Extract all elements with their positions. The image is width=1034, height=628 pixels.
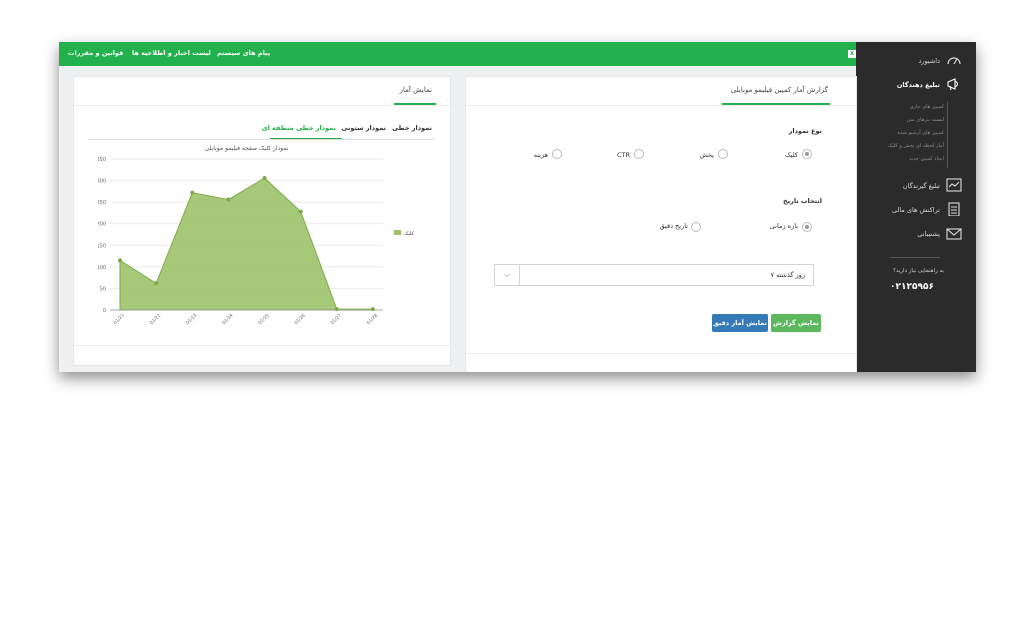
data-point [298, 209, 303, 214]
nav-system-messages[interactable]: پیام های سیستم [217, 49, 270, 57]
radio-date-range[interactable] [802, 222, 812, 232]
x-tick-label: 01/22 [149, 312, 163, 326]
radio-label-play: پخش [699, 151, 714, 159]
sidebar-subitem-text-banners[interactable]: لیست بنرهای متن [907, 117, 944, 123]
show-detail-button[interactable]: نمایش آمار دقیق [712, 314, 768, 332]
report-panel-title: گزارش آمار کمپین فیلیمو موبایلی [730, 86, 828, 94]
legend-swatch [394, 230, 401, 235]
data-point [118, 258, 122, 263]
legend-label: کلیک [404, 231, 415, 237]
stats-panel-title: نمایش آمار [399, 86, 432, 94]
divider [74, 345, 450, 346]
x-tick-label: 01/21 [113, 312, 127, 326]
show-report-button[interactable]: نمایش گزارش [771, 314, 821, 332]
divider [466, 105, 856, 106]
top-bar: پیام های سیستم لیست اخبار و اطلاعیه ها ق… [59, 42, 856, 66]
tab-area-chart[interactable]: نمودار خطی منطقه ای [262, 124, 336, 132]
radio-ctr[interactable] [634, 149, 644, 159]
app-window: پیام های سیستم لیست اخبار و اطلاعیه ها ق… [59, 42, 976, 372]
radio-click[interactable] [802, 149, 812, 159]
sidebar-divider [890, 257, 940, 258]
y-tick-label: 150 [98, 243, 106, 249]
clipboard-icon [948, 202, 960, 216]
sidebar-subitem-live-stats[interactable]: آمار لحظه ای پخش و کلیک [888, 143, 944, 149]
divider [466, 353, 856, 354]
x-tick-label: 01/27 [329, 312, 343, 326]
sidebar-item-label: داشبورد [918, 57, 941, 65]
y-tick-label: 200 [98, 222, 106, 228]
y-tick-label: 300 [98, 179, 106, 185]
sidebar-item-label: تبلیغ گیرندگان [902, 182, 940, 190]
date-label: انتخاب تاریخ [783, 197, 822, 205]
radio-label-ctr: CTR [616, 151, 630, 159]
y-tick-label: 50 [100, 286, 106, 292]
support-phone: ۰۲۱۲۵۹۵۶ [890, 282, 934, 292]
radio-label-click: کلیک [784, 151, 798, 159]
y-tick-label: 0 [103, 308, 106, 314]
sidebar-subitem-current-campaigns[interactable]: کمپین های جاری [910, 104, 944, 110]
x-tick-label: 01/26 [293, 312, 307, 326]
y-tick-label: 250 [98, 200, 106, 206]
megaphone-icon [947, 78, 959, 91]
chart-title: نمودار کلیک صفحه فیلیمو موبایلی [205, 145, 289, 152]
report-panel: گزارش آمار کمپین فیلیمو موبایلی نوع نمود… [465, 76, 857, 372]
area-chart: نمودار کلیک صفحه فیلیمو موبایلی کلیک 0 50 10… [98, 145, 415, 326]
radio-cost[interactable] [552, 149, 562, 159]
data-point [334, 307, 339, 312]
tab-line-chart[interactable]: نمودار خطی [392, 124, 432, 132]
envelope-icon [946, 228, 962, 240]
radio-exact-date[interactable] [691, 222, 701, 232]
x-tick-label: 01/23 [185, 312, 199, 326]
nav-rules[interactable]: قوانین و مقررات [68, 49, 123, 57]
data-point [262, 175, 267, 180]
stats-panel: نمایش آمار نمودار خطی نمودار ستونی نمودا… [73, 76, 451, 366]
data-point [226, 197, 231, 202]
sidebar-item-label: پشتیبانی [917, 230, 940, 238]
series-area [119, 177, 374, 311]
speedometer-icon [947, 57, 961, 65]
submenu-line [947, 102, 948, 168]
sidebar-subitem-new-campaign[interactable]: ایجاد کمپین جدید [909, 156, 944, 162]
chevron-down-icon: ⌵ [495, 265, 520, 285]
x-tick-label: 01/24 [221, 312, 235, 326]
x-tick-label: 01/28 [366, 312, 380, 326]
radio-label-cost: هزینه [533, 151, 548, 159]
x-tick-label: 01/25 [257, 312, 271, 326]
radio-label-exact-date: تاریخ دقیق [659, 222, 688, 230]
data-point [371, 307, 375, 312]
nav-news-list[interactable]: لیست اخبار و اطلاعیه ها [132, 49, 211, 57]
data-point [190, 190, 195, 195]
radio-play[interactable] [718, 149, 728, 159]
help-text: به راهنمایی نیاز دارید؟ [893, 268, 944, 274]
y-tick-label: 100 [98, 265, 106, 271]
radio-label-date-range: بازه زمانی [769, 222, 798, 230]
sidebar-subitem-archived-campaigns[interactable]: کمپین های آرشیو شده [898, 130, 944, 136]
sidebar: داشبورد تبلیغ دهندگان کمپین های جاری لیس… [856, 42, 976, 372]
date-range-select[interactable]: ۷ روز گذشته ⌵ [494, 264, 814, 286]
y-tick-label: 350 [98, 157, 106, 163]
data-point [154, 281, 159, 286]
close-icon[interactable]: x [848, 50, 856, 58]
sidebar-item-label: تراکنش های مالی [891, 206, 940, 214]
divider [74, 105, 450, 106]
date-range-value: ۷ روز گذشته [770, 271, 805, 279]
chart-monitor-icon [946, 178, 962, 192]
tab-bar-chart[interactable]: نمودار ستونی [341, 124, 386, 132]
sidebar-item-label: تبلیغ دهندگان [896, 81, 940, 89]
chart-type-label: نوع نمودار [788, 127, 822, 135]
